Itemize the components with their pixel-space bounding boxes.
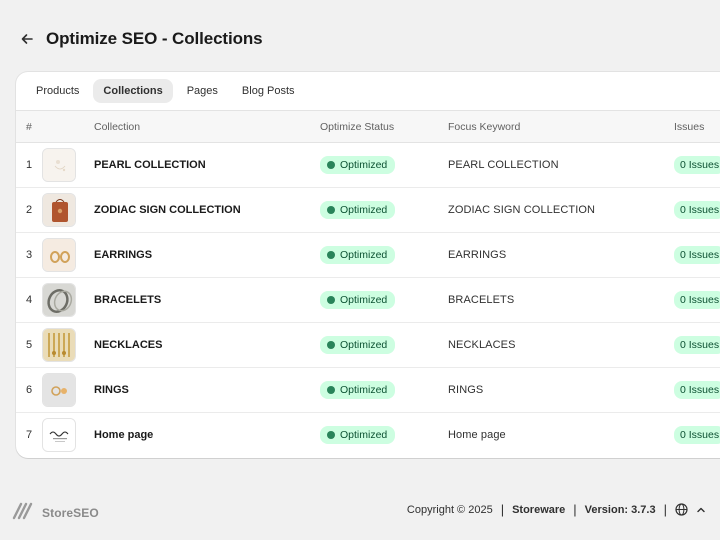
page-title: Optimize SEO - Collections bbox=[46, 29, 263, 48]
status-badge: Optimized bbox=[320, 426, 396, 445]
table-row[interactable]: 2 ZODIAC SIGN COLLECTION Optimized ZODIA… bbox=[16, 188, 720, 233]
tab-collections[interactable]: Collections bbox=[93, 79, 173, 103]
brand-logo: StoreSEO bbox=[12, 500, 99, 525]
status-text: Optimized bbox=[340, 429, 388, 442]
row-number: 3 bbox=[26, 249, 33, 261]
table-row[interactable]: 1 PEARL COLLECTION Optimized PEARL COLLE… bbox=[16, 143, 720, 188]
table-row[interactable]: 6 RINGS Optimized RINGS 0 Issues bbox=[16, 368, 720, 413]
tab-pages[interactable]: Pages bbox=[177, 79, 228, 103]
globe-icon[interactable] bbox=[675, 503, 688, 516]
company-link[interactable]: Storeware bbox=[512, 504, 565, 516]
collection-name[interactable]: Home page bbox=[94, 429, 153, 441]
row-number: 6 bbox=[26, 384, 33, 396]
row-number: 4 bbox=[26, 294, 33, 306]
issues-badge: 0 Issues bbox=[674, 246, 720, 264]
status-dot-icon bbox=[327, 341, 335, 349]
status-text: Optimized bbox=[340, 204, 388, 216]
collection-name[interactable]: PEARL COLLECTION bbox=[94, 159, 206, 171]
separator: | bbox=[663, 502, 667, 517]
status-badge: Optimized bbox=[320, 381, 396, 399]
table-row[interactable]: 5 NECKLACES Optimized NECKLACES 0 Issues bbox=[16, 323, 720, 368]
issues-badge: 0 Issues bbox=[674, 156, 720, 174]
version-text: Version: 3.7.3 bbox=[584, 503, 656, 516]
status-text: Optimized bbox=[340, 294, 388, 306]
status-dot-icon bbox=[327, 296, 335, 304]
collection-thumbnail bbox=[42, 283, 76, 317]
status-text: Optimized bbox=[340, 339, 388, 351]
collection-thumbnail bbox=[42, 193, 76, 227]
status-text: Optimized bbox=[340, 159, 388, 171]
focus-keyword: ZODIAC SIGN COLLECTION bbox=[448, 204, 596, 216]
issues-badge: 0 Issues bbox=[674, 201, 720, 219]
brand-name: StoreSEO bbox=[42, 505, 99, 520]
status-badge: Optimized bbox=[320, 156, 396, 174]
copyright-text: Copyright © 2025 bbox=[406, 503, 493, 516]
focus-keyword: Home page bbox=[448, 429, 506, 442]
status-badge: Optimized bbox=[320, 246, 396, 264]
tab-bar: Products Collections Pages Blog Posts bbox=[16, 72, 720, 110]
status-dot-icon bbox=[327, 251, 335, 259]
column-header-status: Optimize Status bbox=[320, 120, 395, 133]
issues-badge: 0 Issues bbox=[674, 291, 720, 309]
footer: StoreSEO Copyright © 2025 | Storeware | … bbox=[0, 490, 720, 530]
focus-keyword: PEARL COLLECTION bbox=[448, 159, 559, 171]
table-row[interactable]: 3 EARRINGS Optimized EARRINGS 0 Issues bbox=[16, 233, 720, 278]
row-number: 1 bbox=[26, 159, 33, 171]
row-number: 7 bbox=[26, 429, 33, 442]
table-header-row: # Collection Optimize Status Focus Keywo… bbox=[16, 110, 720, 143]
storeseo-logo-icon bbox=[12, 500, 36, 525]
tab-blog-posts[interactable]: Blog Posts bbox=[232, 79, 305, 103]
footer-info: Copyright © 2025 | Storeware | Version: … bbox=[407, 502, 706, 517]
collections-card: Products Collections Pages Blog Posts # … bbox=[16, 72, 720, 458]
issues-badge: 0 Issues bbox=[674, 336, 720, 354]
collection-thumbnail bbox=[42, 373, 76, 407]
page-header: Optimize SEO - Collections bbox=[18, 28, 263, 50]
status-dot-icon bbox=[327, 431, 335, 440]
collection-thumbnail bbox=[42, 148, 76, 182]
tab-products[interactable]: Products bbox=[26, 79, 89, 103]
focus-keyword: EARRINGS bbox=[448, 249, 507, 261]
focus-keyword: BRACELETS bbox=[448, 294, 515, 306]
table-row[interactable]: 7 Home page Optimized Home page 0 Issues bbox=[16, 413, 720, 458]
collection-name[interactable]: ZODIAC SIGN COLLECTION bbox=[94, 204, 241, 216]
status-badge: Optimized bbox=[320, 291, 396, 309]
collection-thumbnail bbox=[42, 418, 76, 453]
status-text: Optimized bbox=[340, 384, 388, 396]
table-row[interactable]: 4 BRACELETS Optimized BRACELETS 0 Issues bbox=[16, 278, 720, 323]
status-dot-icon bbox=[327, 206, 335, 214]
collection-name[interactable]: NECKLACES bbox=[94, 339, 162, 351]
column-header-issues: Issues bbox=[674, 120, 705, 133]
issues-badge: 0 Issues bbox=[674, 426, 720, 445]
focus-keyword: RINGS bbox=[448, 384, 484, 396]
separator: | bbox=[500, 502, 505, 517]
column-header-collection: Collection bbox=[94, 120, 141, 133]
row-number: 2 bbox=[26, 204, 33, 216]
status-dot-icon bbox=[327, 386, 335, 394]
issues-badge: 0 Issues bbox=[674, 381, 720, 399]
arrow-left-icon[interactable] bbox=[18, 28, 36, 50]
collection-thumbnail bbox=[42, 238, 76, 272]
row-number: 5 bbox=[26, 339, 33, 351]
collection-name[interactable]: EARRINGS bbox=[94, 249, 152, 261]
collections-table: # Collection Optimize Status Focus Keywo… bbox=[16, 110, 720, 458]
column-header-image bbox=[42, 111, 94, 143]
collection-thumbnail bbox=[42, 328, 76, 362]
column-header-number: # bbox=[26, 120, 32, 133]
collection-name[interactable]: RINGS bbox=[94, 384, 129, 396]
status-dot-icon bbox=[327, 161, 335, 169]
collection-name[interactable]: BRACELETS bbox=[94, 294, 161, 306]
status-text: Optimized bbox=[340, 249, 388, 261]
status-badge: Optimized bbox=[320, 336, 396, 354]
focus-keyword: NECKLACES bbox=[448, 339, 516, 351]
separator: | bbox=[573, 502, 577, 517]
column-header-keyword: Focus Keyword bbox=[448, 120, 521, 133]
status-badge: Optimized bbox=[320, 201, 396, 219]
chevron-up-icon[interactable] bbox=[696, 505, 706, 515]
